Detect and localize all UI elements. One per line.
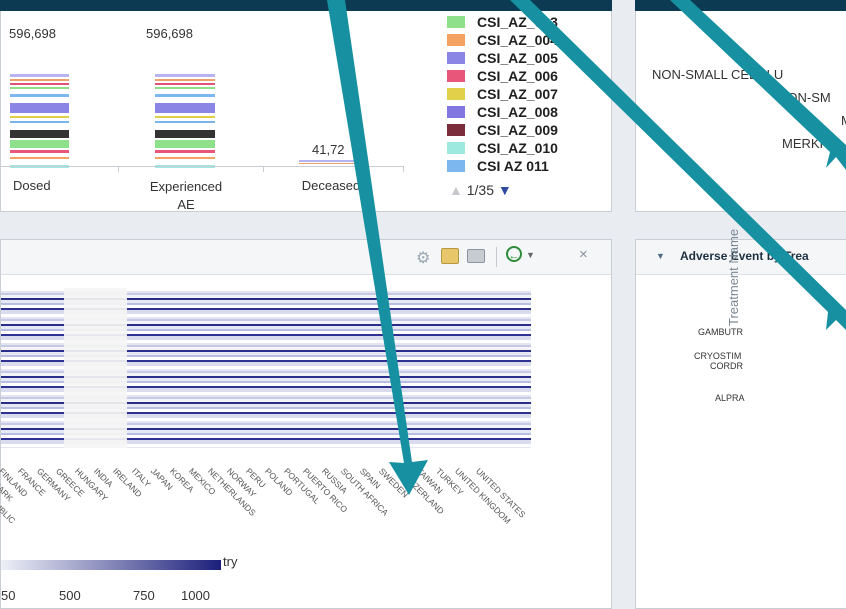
heatmap-panel-header: ⚙ ← ▼ × [1,240,611,275]
y-axis-title: Treatment Name [726,228,741,326]
x-axis-line [1,166,403,167]
deceased-value: 41,72 [312,142,345,157]
legend-pager: ▲ 1/35 ▼ [449,182,512,198]
legend-swatch [447,34,465,46]
adverse-event-header: ▼ Adverse Event by Trea [636,240,846,275]
dosed-value: 596,698 [9,26,56,41]
heatmap-panel: ⚙ ← ▼ × CZECH REPUBLIC DENMARK FINLAND F… [0,239,612,609]
category-dosed: Dosed [13,178,51,193]
indication-label: MERKI [782,136,824,151]
pager-up-icon[interactable]: ▲ [449,182,463,198]
pager-text: 1/35 [466,182,494,198]
treatment-label: CRYOSTIM [694,351,742,361]
x-axis-tick [263,166,264,172]
top-dark-bar-right [612,0,635,212]
category-deceased: Deceased [301,178,361,193]
heatmap-grid[interactable] [1,288,531,448]
summary-panel: 596,698 596,698 41,72 Dosed Experienced … [0,10,612,212]
bar-experienced-ae[interactable] [155,74,215,168]
treatment-label: CORDR [710,361,743,371]
indication-label: NON-SM [778,90,831,105]
indication-label: M [841,113,846,128]
scale-tick: 500 [59,588,81,603]
scale-tick: 750 [133,588,155,603]
chevron-down-icon[interactable]: ▼ [526,250,535,260]
experienced-ae-value: 596,698 [146,26,193,41]
scale-tick: 50 [1,588,16,603]
legend-swatch [447,88,465,100]
legend-swatch [447,142,465,154]
print-icon[interactable] [467,249,485,263]
treatment-label: GAMBUTR [698,327,743,337]
scale-tick: 1000 [181,588,210,603]
legend-swatch [447,106,465,118]
adverse-event-title: Adverse Event by Trea [680,249,809,263]
legend-swatch [447,70,465,82]
close-icon[interactable]: × [579,246,588,263]
color-scale-title: try [223,554,238,569]
bar-dosed[interactable] [10,74,69,168]
x-axis-tick [118,166,119,172]
legend-swatch [447,160,465,172]
color-scale-bar [1,560,221,570]
adverse-event-panel: ▼ Adverse Event by Trea Treatment Name G… [635,229,846,609]
bar-deceased[interactable] [299,160,359,164]
treatment-label: ALPRA [715,393,745,403]
back-arrow-icon[interactable]: ← [506,246,522,262]
x-axis-tick [403,166,404,172]
collapse-icon[interactable]: ▼ [656,251,665,261]
category-experienced-ae: Experienced AE [149,179,223,212]
legend-swatch [447,124,465,136]
legend-swatch [447,16,465,28]
pager-down-icon[interactable]: ▼ [498,182,512,198]
indication-label: NON-SMALL CELL LU [652,67,784,82]
export-icon[interactable] [441,248,459,264]
gear-icon[interactable]: ⚙ [416,248,430,268]
separator [496,247,497,267]
legend-swatch [447,52,465,64]
indication-panel: PI NON-SMALL CELL LU NON-SM M MERKI [635,10,846,212]
